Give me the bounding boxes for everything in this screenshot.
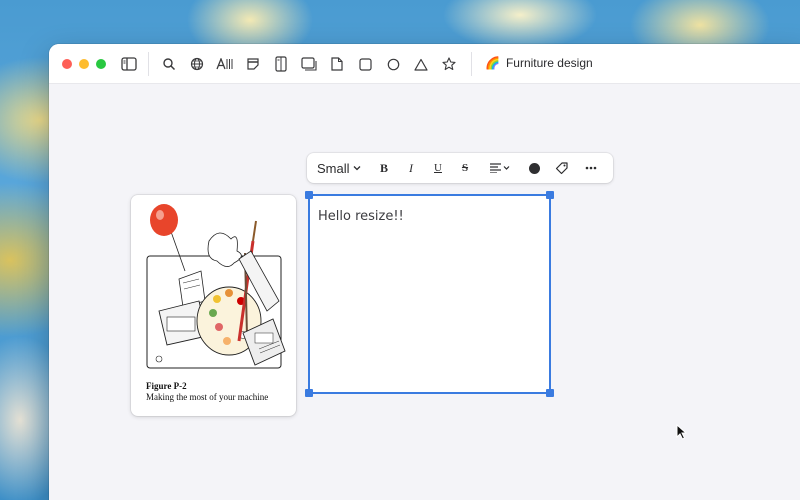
bold-button[interactable]: B xyxy=(375,153,393,183)
page-icon[interactable] xyxy=(327,54,347,74)
format-toolbar: Small B I U S xyxy=(307,153,613,183)
italic-button[interactable]: I xyxy=(402,153,420,183)
text-align-dropdown[interactable] xyxy=(485,153,515,183)
search-icon[interactable] xyxy=(159,54,179,74)
sidebar-toggle-icon[interactable] xyxy=(119,54,139,74)
app-window: 🌈 Furniture design Small B I U S Figure … xyxy=(49,44,800,500)
triangle-icon[interactable] xyxy=(411,54,431,74)
text-tool-icon[interactable] xyxy=(215,54,235,74)
underline-button[interactable]: U xyxy=(429,153,447,183)
resize-handle-bottom-left[interactable] xyxy=(305,389,313,397)
rainbow-emoji-icon: 🌈 xyxy=(485,56,500,70)
chevron-down-icon xyxy=(353,166,360,171)
canvas[interactable]: Small B I U S Figure P-2 Making the most… xyxy=(49,84,800,500)
close-window-button[interactable] xyxy=(62,59,72,69)
resize-handle-top-left[interactable] xyxy=(305,191,313,199)
resize-handle-bottom-right[interactable] xyxy=(546,389,554,397)
ellipsis-icon xyxy=(585,166,597,170)
square-icon[interactable] xyxy=(355,54,375,74)
document-title-label: Furniture design xyxy=(505,56,593,70)
text-color-button[interactable] xyxy=(525,153,543,183)
figure-label: Figure P-2 xyxy=(146,381,187,391)
tag-icon xyxy=(555,162,568,175)
mouse-pointer-icon xyxy=(676,424,688,440)
more-options-button[interactable] xyxy=(581,153,601,183)
illustration-image xyxy=(146,204,286,369)
font-size-label: Small xyxy=(317,160,350,176)
column-icon[interactable] xyxy=(271,54,291,74)
minimize-window-button[interactable] xyxy=(79,59,89,69)
toolbar-divider xyxy=(148,52,149,76)
image-card[interactable]: Figure P-2 Making the most of your machi… xyxy=(131,195,296,416)
align-left-icon xyxy=(490,163,510,173)
figure-caption: Making the most of your machine xyxy=(146,392,269,402)
font-size-dropdown[interactable]: Small xyxy=(317,153,361,183)
maximize-window-button[interactable] xyxy=(96,59,106,69)
text-box[interactable]: Hello resize!! xyxy=(305,191,554,397)
title-bar: 🌈 Furniture design xyxy=(49,44,800,84)
document-title[interactable]: 🌈 Furniture design xyxy=(485,56,593,70)
window-icon[interactable] xyxy=(299,54,319,74)
globe-icon[interactable] xyxy=(187,54,207,74)
resize-handle-top-right[interactable] xyxy=(546,191,554,199)
strikethrough-button[interactable]: S xyxy=(456,153,474,183)
tag-button[interactable] xyxy=(552,153,572,183)
circle-icon[interactable] xyxy=(383,54,403,74)
star-icon[interactable] xyxy=(439,54,459,74)
sticky-note-icon[interactable] xyxy=(243,54,263,74)
toolbar-divider xyxy=(471,52,472,76)
color-swatch xyxy=(528,162,540,174)
text-box-content[interactable]: Hello resize!! xyxy=(318,209,404,224)
